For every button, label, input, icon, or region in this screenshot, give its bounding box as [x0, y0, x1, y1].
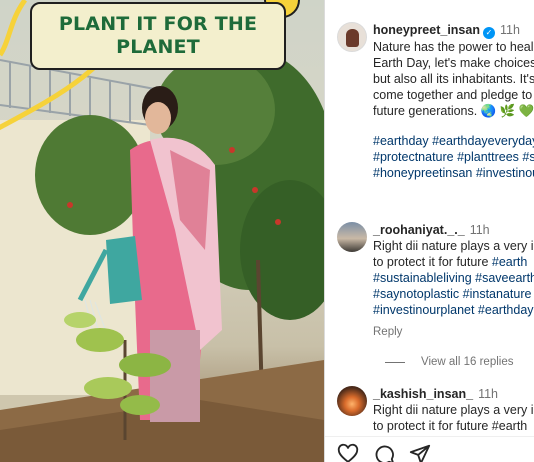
post-photo: PLANT IT FOR THE PLANET: [0, 0, 324, 462]
photo-banner: PLANT IT FOR THE PLANET: [30, 2, 286, 70]
caption-line: but also all its inhabitants. It's: [373, 72, 534, 86]
action-bar: [325, 436, 534, 462]
avatar[interactable]: [337, 386, 367, 416]
comments-pane: honeypreet_insan ✓ 11h Nature has the powe…: [325, 0, 534, 462]
comment-time[interactable]: 11h: [470, 223, 490, 237]
hashtag-line[interactable]: #earthday #earthdayeveryday: [373, 133, 534, 149]
avatar[interactable]: [337, 22, 367, 52]
post-caption: honeypreet_insan ✓ 11h Nature has the powe…: [337, 22, 534, 181]
avatar[interactable]: [337, 222, 367, 252]
caption-line: future generations. 🌏 🌿 💚: [373, 104, 534, 118]
caption-line: come together and pledge to: [373, 88, 533, 102]
comment-text: _roohaniyat._._ 11h Right dii nature play…: [373, 222, 534, 318]
caption-line: Earth Day, let's make choices: [373, 56, 534, 70]
hashtag-line[interactable]: #protectnature #planttrees #s: [373, 149, 534, 165]
view-replies-label: View all 16 replies: [421, 356, 514, 368]
share-icon[interactable]: [409, 443, 431, 462]
comment-icon[interactable]: [373, 443, 395, 462]
comment-line[interactable]: #saynotoplastic #instanature: [373, 286, 534, 302]
verified-badge-icon: ✓: [482, 27, 495, 39]
heart-icon[interactable]: [337, 443, 359, 462]
view-replies-button[interactable]: View all 16 replies: [385, 356, 513, 368]
comment-line: Right dii nature plays a very im: [373, 239, 534, 253]
replies-divider: [385, 361, 405, 363]
comment-line: Right dii nature plays a very in: [373, 403, 534, 417]
caption-text: honeypreet_insan ✓ 11h Nature has the powe…: [373, 22, 534, 181]
comment-line: to protect it for future #earth: [373, 254, 534, 270]
post-username[interactable]: honeypreet_insan: [373, 23, 480, 37]
post-time[interactable]: 11h: [500, 23, 520, 37]
comment-line[interactable]: #investinourplanet #earthday: [373, 302, 534, 318]
comment-line[interactable]: #sustainableliving #saveearth: [373, 270, 534, 286]
comment: _roohaniyat._._ 11h Right dii nature play…: [337, 222, 534, 318]
caption-line: Nature has the power to heal: [373, 40, 534, 54]
hashtag-line[interactable]: #honeypreetinsan #investinou: [373, 165, 534, 181]
banner-text: PLANT IT FOR THE PLANET: [58, 13, 258, 58]
comment-username[interactable]: _kashish_insan_: [373, 387, 473, 401]
comment-line-text: to protect it for future #earth: [373, 255, 528, 269]
comment-username[interactable]: _roohaniyat._._: [373, 223, 465, 237]
comment-line: to protect it for future #earth: [373, 419, 528, 433]
reply-button[interactable]: Reply: [373, 326, 402, 338]
comment-time[interactable]: 11h: [478, 387, 498, 401]
comment: _kashish_insan_ 11h Right dii nature play…: [337, 386, 534, 434]
comment-text: _kashish_insan_ 11h Right dii nature play…: [373, 386, 534, 434]
